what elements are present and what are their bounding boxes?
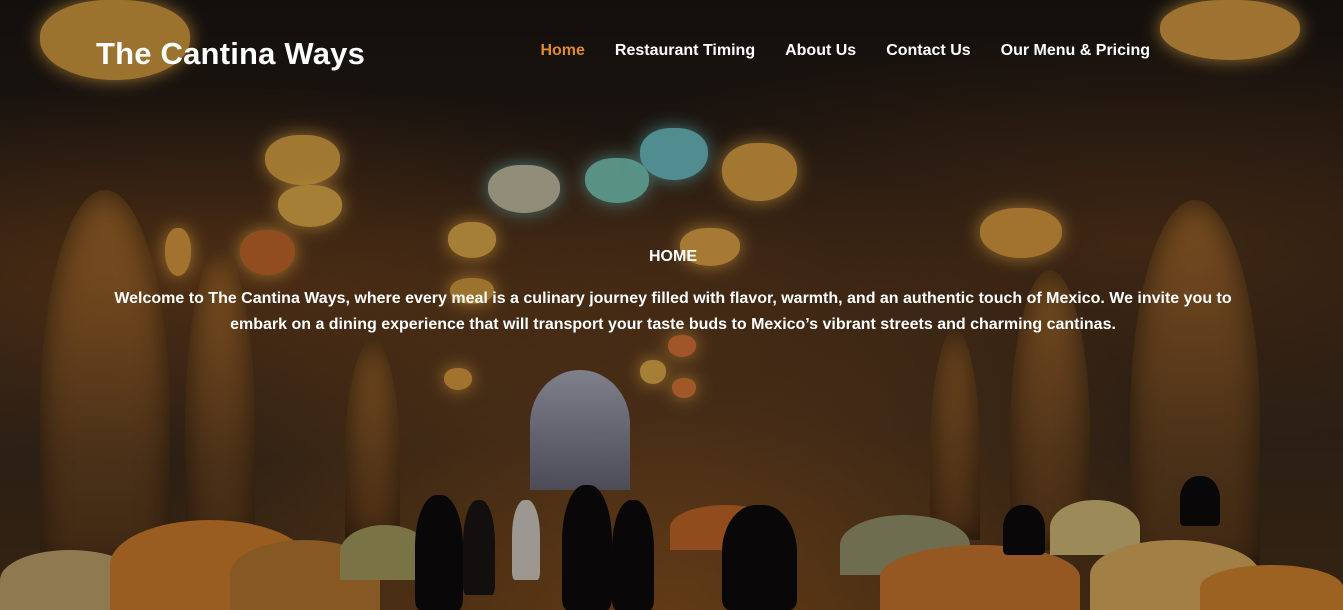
hero-content: HOME Welcome to The Cantina Ways, where … — [90, 248, 1256, 338]
nav-item-contact-us[interactable]: Contact Us — [886, 42, 970, 60]
nav-item-restaurant-timing[interactable]: Restaurant Timing — [615, 42, 755, 60]
nav-item-about-us[interactable]: About Us — [785, 42, 856, 60]
nav-item-home[interactable]: Home — [540, 42, 584, 60]
hero-banner: The Cantina Ways Home Restaurant Timing … — [0, 0, 1343, 610]
page-heading: HOME — [649, 248, 697, 265]
welcome-text: Welcome to The Cantina Ways, where every… — [114, 290, 1232, 333]
nav-item-menu-pricing[interactable]: Our Menu & Pricing — [1001, 42, 1150, 60]
site-title[interactable]: The Cantina Ways — [96, 36, 365, 72]
main-navigation: Home Restaurant Timing About Us Contact … — [540, 42, 1150, 60]
